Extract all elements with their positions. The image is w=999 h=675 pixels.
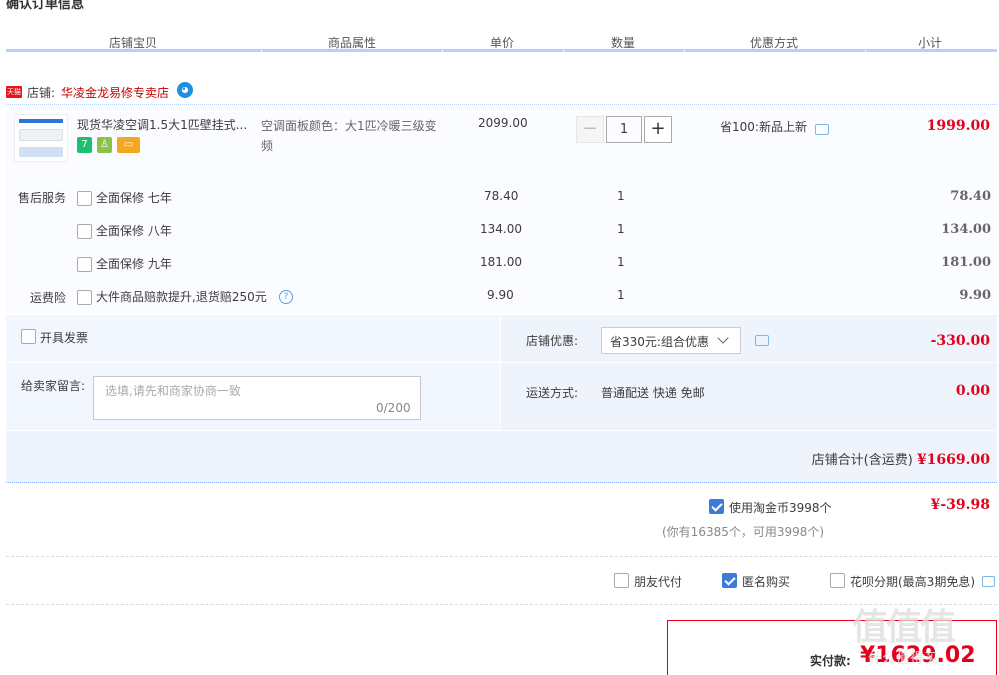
store-discount-amount: -330.00 bbox=[930, 333, 990, 349]
shipping-method-value: 普通配送 快递 免邮 bbox=[601, 386, 705, 400]
col-header-qty: 数量 bbox=[611, 36, 636, 50]
coins-note: (你有16385个，可用3998个) bbox=[662, 525, 825, 539]
service-qty: 1 bbox=[617, 255, 625, 269]
page-title: 确认订单信息 bbox=[6, 0, 85, 12]
store-name-link[interactable]: 华凌金龙易修专卖店 bbox=[61, 84, 169, 101]
panel-divider bbox=[500, 315, 501, 431]
shipping-insurance-label: 运费险 bbox=[30, 291, 67, 305]
huabei-label: 花呗分期(最高3期免息) bbox=[850, 575, 975, 589]
store-discount-label: 店铺优惠: bbox=[526, 334, 579, 348]
watermark-logo: 值值值 bbox=[852, 607, 956, 648]
shipping-insurance-name: 大件商品赔款提升,退货赔250元 bbox=[96, 290, 267, 304]
section-divider bbox=[6, 556, 997, 557]
service-subtotal: 134.00 bbox=[941, 222, 991, 237]
product-thumbnail[interactable] bbox=[14, 114, 68, 162]
service-name: 全面保修 八年 bbox=[96, 224, 172, 238]
huabei-checkbox[interactable] bbox=[830, 573, 845, 588]
shipping-method-label: 运送方式: bbox=[526, 386, 579, 400]
item-promo: 省100:新品上新 bbox=[720, 120, 807, 134]
memo-label: 给卖家留言: bbox=[21, 379, 86, 393]
col-header-promo: 优惠方式 bbox=[750, 36, 799, 50]
qty-increase-button[interactable]: + bbox=[644, 116, 672, 143]
service-qty: 1 bbox=[617, 189, 625, 203]
shipping-insurance-price: 9.90 bbox=[487, 288, 514, 302]
service-price: 134.00 bbox=[480, 222, 522, 236]
store-total: 店铺合计(含运费) ¥1669.00 bbox=[812, 449, 990, 468]
memo-char-count: 0/200 bbox=[376, 401, 411, 415]
order-item-area bbox=[6, 105, 997, 313]
col-header-price: 单价 bbox=[490, 36, 515, 50]
invoice-label: 开具发票 bbox=[40, 331, 89, 345]
store-total-label: 店铺合计(含运费) bbox=[811, 453, 913, 468]
anonymous-checkbox[interactable] bbox=[722, 573, 737, 588]
col-header-subtotal: 小计 bbox=[918, 36, 943, 50]
shipping-insurance-subtotal: 9.90 bbox=[959, 288, 991, 303]
shipping-insurance-checkbox[interactable] bbox=[77, 290, 92, 305]
item-subtotal: 1999.00 bbox=[926, 118, 990, 134]
guarantee-icon[interactable]: ♙ bbox=[97, 137, 112, 153]
service-price: 181.00 bbox=[480, 255, 522, 269]
wangwang-icon[interactable]: ◕ bbox=[177, 82, 193, 98]
use-coins-label: 使用淘金币3998个 bbox=[729, 501, 832, 515]
discount-message-icon[interactable] bbox=[755, 335, 769, 346]
help-icon[interactable]: ? bbox=[279, 290, 293, 304]
watermark-text: 什么值得买 bbox=[868, 651, 938, 667]
seven-day-return-icon[interactable]: 7 bbox=[77, 137, 92, 153]
friend-pay-label: 朋友代付 bbox=[634, 575, 683, 589]
service-name: 全面保修 七年 bbox=[96, 191, 172, 205]
use-coins-checkbox[interactable] bbox=[709, 499, 724, 514]
service-checkbox-9y[interactable] bbox=[77, 257, 92, 272]
product-attributes: 空调面板颜色：大1匹冷暖三级变频 bbox=[261, 119, 437, 153]
payment-label: 实付款: bbox=[810, 654, 851, 668]
col-header-item: 店铺宝贝 bbox=[109, 36, 158, 50]
service-checkbox-8y[interactable] bbox=[77, 224, 92, 239]
service-checkbox-7y[interactable] bbox=[77, 191, 92, 206]
shipping-insurance-qty: 1 bbox=[617, 288, 625, 302]
panel-divider bbox=[6, 362, 997, 363]
qty-decrease-button[interactable]: − bbox=[576, 116, 604, 143]
table-header: 店铺宝贝 商品属性 单价 数量 优惠方式 小计 bbox=[6, 30, 997, 54]
qty-input[interactable]: 1 bbox=[606, 116, 642, 143]
promo-message-icon[interactable] bbox=[815, 124, 829, 135]
service-qty: 1 bbox=[617, 222, 625, 236]
tmall-badge: 天猫 bbox=[6, 86, 22, 98]
invoice-checkbox[interactable] bbox=[21, 329, 36, 344]
coins-amount: ¥-39.98 bbox=[930, 497, 990, 513]
store-label: 店铺: bbox=[27, 86, 56, 100]
shipping-amount: 0.00 bbox=[955, 383, 990, 399]
service-name: 全面保修 九年 bbox=[96, 257, 172, 271]
service-price: 78.40 bbox=[484, 189, 519, 203]
store-total-amount: ¥1669.00 bbox=[916, 452, 990, 468]
col-header-attr: 商品属性 bbox=[328, 36, 377, 50]
product-name-link[interactable]: 现货华凌空调1.5大1匹壁挂式... bbox=[77, 116, 249, 133]
section-divider bbox=[6, 604, 997, 605]
panel-divider bbox=[6, 430, 997, 431]
anonymous-label: 匿名购买 bbox=[742, 575, 791, 589]
memo-placeholder: 选填,请先和商家协商一致 bbox=[105, 384, 241, 398]
friend-pay-checkbox[interactable] bbox=[614, 573, 629, 588]
credit-card-icon[interactable]: ▭ bbox=[117, 137, 140, 153]
service-subtotal: 78.40 bbox=[950, 189, 991, 204]
unit-price: 2099.00 bbox=[478, 116, 528, 130]
service-subtotal: 181.00 bbox=[941, 255, 991, 270]
huabei-message-icon[interactable] bbox=[982, 576, 995, 587]
after-sales-label: 售后服务 bbox=[18, 191, 67, 205]
